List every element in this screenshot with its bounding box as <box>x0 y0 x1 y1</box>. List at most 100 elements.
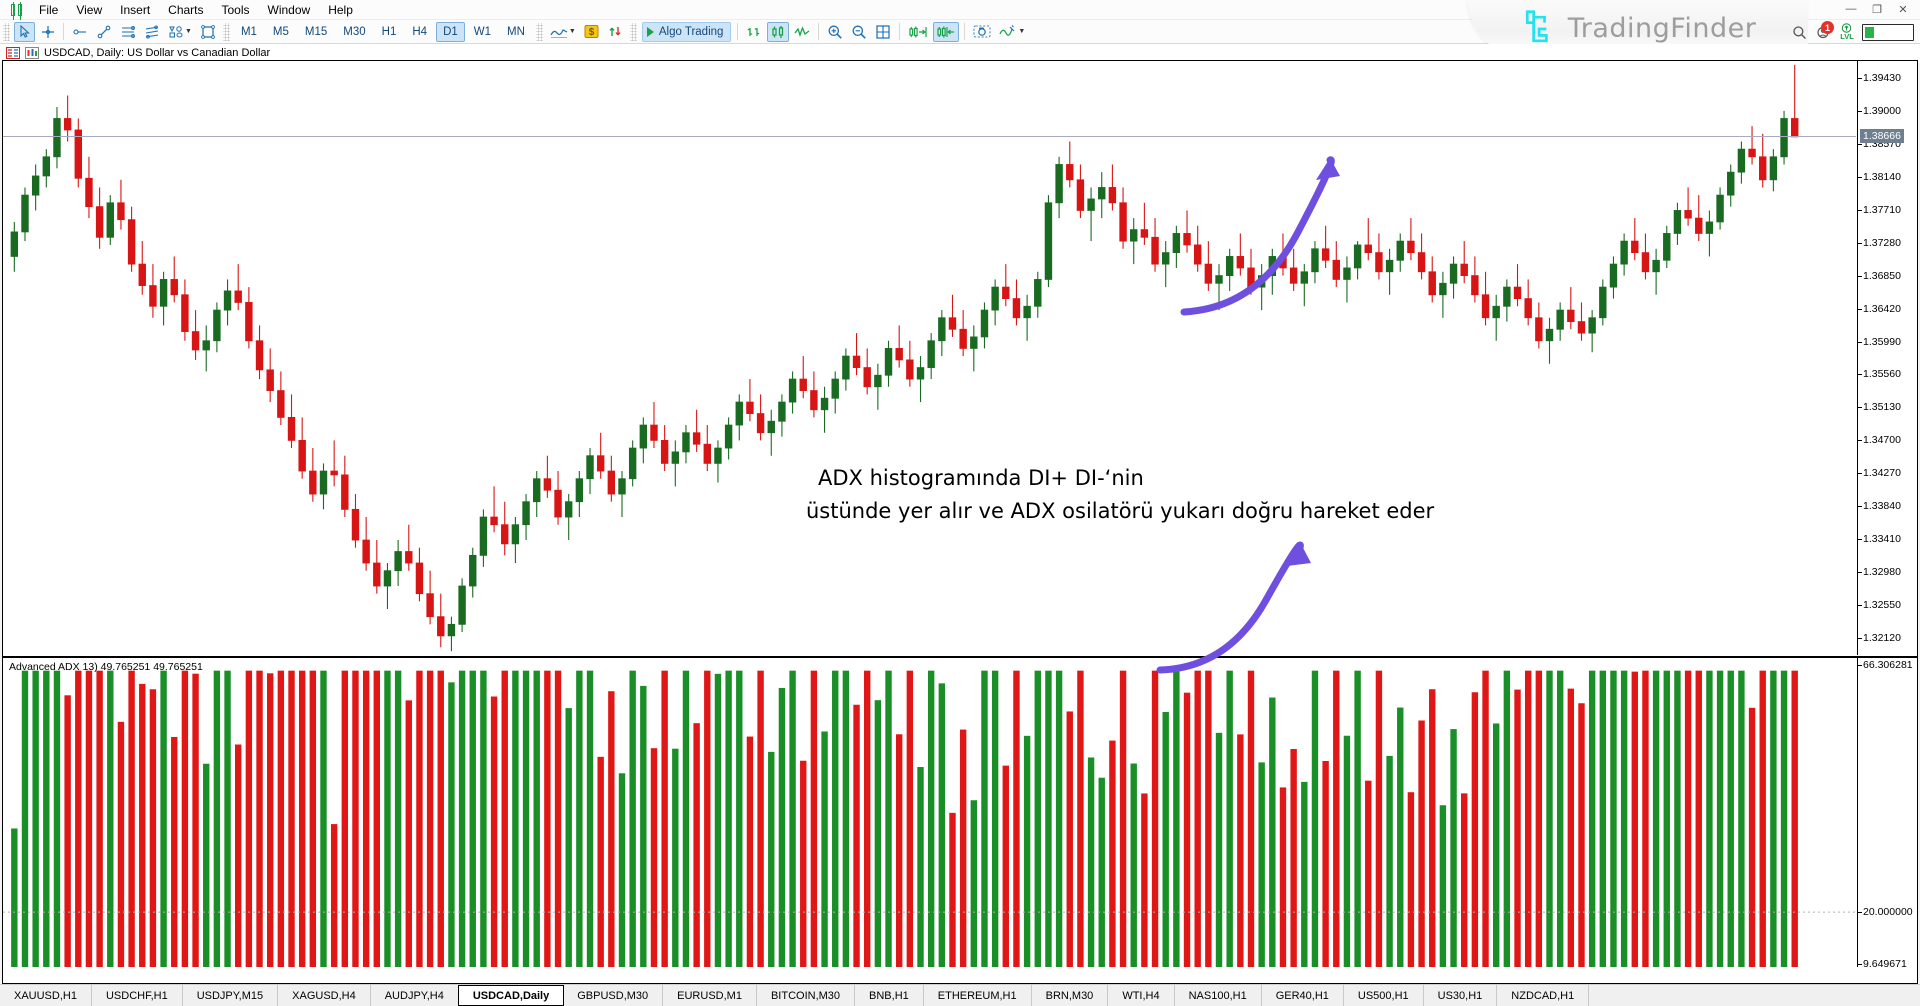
indicator-plot-area[interactable] <box>3 658 1856 967</box>
price-tick-mark <box>1858 143 1862 145</box>
symbol-tab-usdjpy-m15[interactable]: USDJPY,M15 <box>183 985 279 1006</box>
dollar-icon[interactable]: $ <box>581 22 602 42</box>
equidistant-channel-icon[interactable] <box>117 22 139 42</box>
symbol-tab-nzdcad-h1[interactable]: NZDCAD,H1 <box>1497 985 1590 1006</box>
symbol-tab-eurusd-m1[interactable]: EURUSD,M1 <box>663 985 757 1006</box>
bar-chart-button[interactable] <box>743 22 765 42</box>
chevron-down-icon[interactable]: ▼ <box>185 28 192 35</box>
price-plot-area[interactable] <box>3 61 1856 655</box>
lvl-label: LVL <box>1840 32 1854 41</box>
shapes-tool[interactable]: ▼ <box>165 22 195 42</box>
symbol-tab-bnb-h1[interactable]: BNB,H1 <box>855 985 924 1006</box>
menu-item-window[interactable]: Window <box>259 1 320 19</box>
zoom-in-button[interactable] <box>824 22 846 42</box>
price-tick-mark <box>1858 506 1862 508</box>
minimize-button[interactable]: — <box>1838 1 1864 18</box>
object-select-icon[interactable] <box>197 22 219 42</box>
timeframe-button-h4[interactable]: H4 <box>405 22 434 42</box>
symbol-tab-brn-m30[interactable]: BRN,M30 <box>1032 985 1109 1006</box>
restore-button[interactable]: ❐ <box>1864 1 1890 18</box>
trendline-tool[interactable] <box>93 22 115 42</box>
timeframe-button-m1[interactable]: M1 <box>234 22 264 42</box>
level-up-icon[interactable]: LVL <box>1835 21 1859 43</box>
menu-item-file[interactable]: File <box>30 1 67 19</box>
toolbar-separator <box>964 23 966 40</box>
indicator-axis[interactable]: 66.306281 20.000000 9.649671 <box>1857 658 1917 970</box>
symbol-tab-usdchf-h1[interactable]: USDCHF,H1 <box>92 985 183 1006</box>
cursor-tool[interactable] <box>14 21 35 42</box>
timeframe-label: W1 <box>473 25 492 38</box>
new-order-arrows-icon[interactable] <box>604 22 626 42</box>
chart-frame: 1.39430 1.39000 1.38570 1.38140 1.37710 1.372… <box>2 60 1918 1004</box>
timeframe-button-m15[interactable]: M15 <box>298 22 334 42</box>
price-tick-mark <box>1858 638 1862 640</box>
close-button[interactable]: ✕ <box>1890 1 1916 18</box>
algo-trading-button[interactable]: Algo Trading <box>641 21 732 42</box>
menu-item-tools[interactable]: Tools <box>213 1 259 19</box>
notifications-icon[interactable]: 1 <box>1811 21 1835 43</box>
crosshair-tool[interactable] <box>37 22 58 42</box>
chart-properties-icon[interactable] <box>25 46 39 59</box>
vertical-line-tool[interactable] <box>69 22 91 42</box>
symbol-tab-ethereum-h1[interactable]: ETHEREUM,H1 <box>924 985 1032 1006</box>
price-tick-mark <box>1858 407 1862 409</box>
timeframe-label: M5 <box>272 25 289 38</box>
symbol-tab-usdcad-daily[interactable]: USDCAD,Daily <box>457 985 565 1006</box>
price-tick-label: 1.38140 <box>1863 170 1901 183</box>
auto-scroll-button[interactable] <box>933 21 960 42</box>
fibonacci-tool[interactable] <box>141 22 163 42</box>
line-chart-template-icon[interactable]: ▼ <box>547 22 579 42</box>
symbol-tab-xagusd-h4[interactable]: XAGUSD,H4 <box>278 985 371 1006</box>
menu-item-insert[interactable]: Insert <box>111 1 159 19</box>
camera-icon[interactable] <box>970 22 994 42</box>
candlestick-series <box>10 64 1799 652</box>
price-tick-label: 1.37280 <box>1863 236 1901 249</box>
indicator-tick-mark <box>1858 912 1862 914</box>
toolbar-grip-timeframes[interactable] <box>222 22 230 41</box>
price-tick-label: 1.35560 <box>1863 368 1901 381</box>
timeframe-button-d1[interactable]: D1 <box>436 21 465 42</box>
notifications-badge: 1 <box>1821 21 1834 34</box>
timeframe-label: MN <box>507 25 525 38</box>
menu-item-charts[interactable]: Charts <box>159 1 212 19</box>
symbol-tab-nas100-h1[interactable]: NAS100,H1 <box>1175 985 1262 1006</box>
toolbar-grip-charts[interactable] <box>535 22 543 41</box>
toolbar-separator <box>63 23 64 40</box>
timeframe-button-m5[interactable]: M5 <box>266 22 296 42</box>
symbol-tab-us500-h1[interactable]: US500,H1 <box>1344 985 1424 1006</box>
zoom-out-button[interactable] <box>848 22 870 42</box>
symbol-tab-audjpy-h4[interactable]: AUDJPY,H4 <box>371 985 459 1006</box>
symbol-tab-us30-h1[interactable]: US30,H1 <box>1424 985 1498 1006</box>
toolbar-grip[interactable] <box>3 22 10 41</box>
toolbar-separator <box>899 23 901 40</box>
menu-item-help[interactable]: Help <box>319 1 362 19</box>
timeframe-button-w1[interactable]: W1 <box>467 22 498 42</box>
indicator-pane: Advanced ADX 13) 49.765251 49.765251 66.… <box>3 656 1917 970</box>
tradingfinder-logo-icon <box>1525 9 1548 42</box>
search-icon[interactable] <box>1787 21 1811 43</box>
price-tick-mark <box>1858 275 1862 277</box>
menu-item-view[interactable]: View <box>67 1 111 19</box>
chevron-down-icon[interactable]: ▼ <box>1018 28 1025 35</box>
mt5-application-window: File View Insert Charts Tools Window Help ▼ <box>0 0 1920 1006</box>
symbol-tab-ger40-h1[interactable]: GER40,H1 <box>1262 985 1344 1006</box>
annotation-line-2: üstünde yer alır ve ADX osilatörü yukarı… <box>806 499 1435 523</box>
symbol-tab-wti-h4[interactable]: WTI,H4 <box>1108 985 1175 1006</box>
data-window-icon[interactable] <box>6 46 20 59</box>
price-axis[interactable]: 1.39430 1.39000 1.38570 1.38140 1.37710 1.372… <box>1857 61 1917 655</box>
indicators-icon[interactable]: ▼ <box>996 22 1028 42</box>
tile-windows-button[interactable] <box>872 22 894 42</box>
symbol-tab-bitcoin-m30[interactable]: BITCOIN,M30 <box>757 985 856 1006</box>
chevron-down-icon[interactable]: ▼ <box>569 28 576 35</box>
line-chart-button[interactable] <box>791 22 813 42</box>
timeframe-button-h1[interactable]: H1 <box>375 22 404 42</box>
toolbar-grip-algo[interactable] <box>629 22 637 41</box>
timeframe-button-mn[interactable]: MN <box>500 22 532 42</box>
chart-shift-button[interactable] <box>905 22 931 42</box>
symbol-tab-xauusd-h1[interactable]: XAUUSD,H1 <box>0 985 92 1006</box>
timeframe-button-m30[interactable]: M30 <box>336 22 372 42</box>
timeframe-label: H4 <box>412 25 428 38</box>
price-tick-mark <box>1858 242 1862 244</box>
candlestick-chart-button[interactable] <box>767 21 790 42</box>
symbol-tab-gbpusd-m30[interactable]: GBPUSD,M30 <box>563 985 664 1006</box>
